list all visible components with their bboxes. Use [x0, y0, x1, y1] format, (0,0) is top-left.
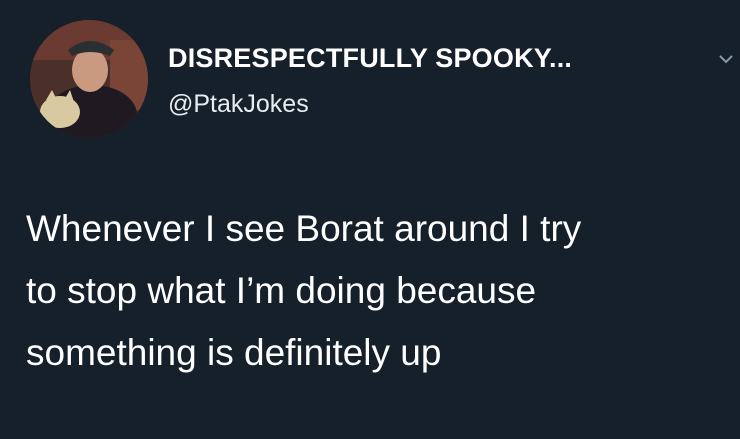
avatar-image [30, 20, 148, 138]
chevron-down-icon[interactable] [717, 50, 735, 68]
tweet-text-line: something is definitely up [26, 332, 442, 373]
tweet-text: Whenever I see Borat around I try to sto… [26, 198, 726, 384]
tweet-text-line: Whenever I see Borat around I try [26, 208, 582, 249]
display-name[interactable]: DISRESPECTFULLY SPOOKY... [168, 43, 572, 74]
tweet-text-line: to stop what I’m doing because [26, 270, 537, 311]
tweet-card: DISRESPECTFULLY SPOOKY... @PtakJokes Whe… [0, 0, 740, 439]
avatar[interactable] [30, 20, 148, 138]
user-handle[interactable]: @PtakJokes [168, 90, 309, 119]
